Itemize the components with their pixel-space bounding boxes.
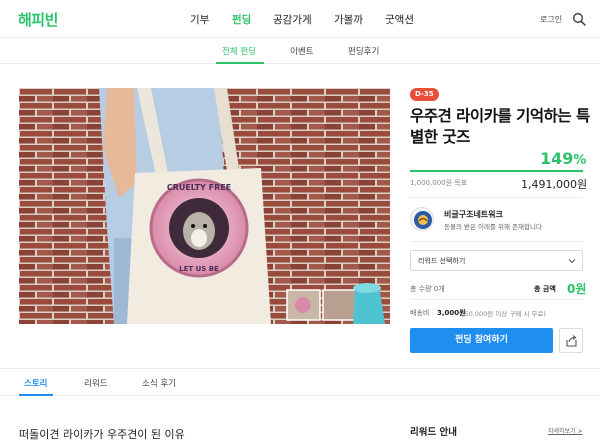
tab-all-funding[interactable]: 전체 펀딩	[222, 45, 256, 57]
product-title: 우주견 라이카를 기억하는 특별한 굿즈	[410, 107, 590, 146]
shipping-note: (50,000원 이상 구매 시 무료)	[462, 310, 546, 318]
tab-story[interactable]: 스토리	[24, 377, 47, 389]
funding-goal: 1,000,000원 목표	[410, 179, 468, 187]
divider	[410, 299, 583, 300]
total-amount-value: 0원	[567, 282, 587, 296]
product-hero-image: CRUELTY FREE LET US BE	[19, 88, 390, 324]
tab-event[interactable]: 이벤트	[290, 45, 313, 57]
percent-unit: %	[573, 153, 587, 168]
nav-item-funding[interactable]: 펀딩	[232, 12, 251, 27]
beagle-logo-icon	[414, 211, 432, 229]
content-tabs: 스토리 리워드 소식 후기	[0, 368, 600, 396]
divider	[410, 197, 583, 198]
organization-name[interactable]: 비글구조네트워크	[444, 209, 503, 220]
total-quantity: 총 수량 0개	[410, 285, 445, 293]
share-icon	[566, 335, 577, 347]
search-icon[interactable]	[572, 12, 586, 26]
shipping-label: 배송비	[410, 309, 430, 317]
nav-item-goodaction[interactable]: 굿액션	[385, 12, 414, 27]
badge-text-top: CRUELTY FREE	[167, 183, 231, 192]
top-navigation: 해피빈 기부 펀딩 공감가게 가볼까 굿액션 로그인	[0, 0, 600, 38]
reward-detail-link[interactable]: 자세히보기 >	[548, 426, 583, 435]
reward-select-label: 리워드 선택하기	[418, 257, 466, 265]
nav-item-store[interactable]: 공감가게	[273, 12, 312, 27]
story-heading: 떠돌이견 라이카가 우주견이 된 이유	[19, 428, 185, 441]
reward-select[interactable]: 리워드 선택하기	[410, 250, 583, 271]
active-tab-underline	[216, 62, 264, 64]
tote-bag-photo: CRUELTY FREE LET US BE	[19, 88, 390, 324]
share-button[interactable]	[559, 328, 583, 353]
organization-slogan: 동물의 받은 이래를 위해 존재합니다	[444, 223, 542, 231]
organization-avatar[interactable]	[410, 207, 434, 231]
tab-funding-review[interactable]: 펀딩후기	[348, 45, 379, 57]
funding-percent: 149%	[540, 149, 586, 168]
dday-badge: D-35	[410, 88, 439, 101]
active-tab-underline	[19, 394, 53, 396]
tab-news-review[interactable]: 소식 후기	[142, 377, 176, 389]
sub-navigation: 전체 펀딩 이벤트 펀딩후기	[0, 38, 600, 64]
divider	[410, 241, 583, 242]
happybean-logo[interactable]: 해피빈	[18, 9, 58, 30]
funding-progress-fill	[410, 170, 583, 172]
login-link[interactable]: 로그인	[540, 14, 562, 25]
badge-text-bottom: LET US BE	[179, 265, 219, 273]
reward-info-heading: 리워드 안내	[410, 427, 458, 438]
tab-reward[interactable]: 리워드	[84, 377, 107, 389]
percent-value: 149	[540, 149, 574, 168]
nav-item-explore[interactable]: 가볼까	[334, 12, 363, 27]
funding-raised-amount: 1,491,000원	[521, 178, 588, 191]
join-funding-button[interactable]: 펀딩 참여하기	[410, 328, 553, 353]
chevron-down-icon	[568, 259, 576, 264]
total-amount-label: 총 금액	[534, 285, 556, 293]
funding-progress-bar	[410, 170, 583, 172]
nav-item-donate[interactable]: 기부	[190, 12, 209, 27]
